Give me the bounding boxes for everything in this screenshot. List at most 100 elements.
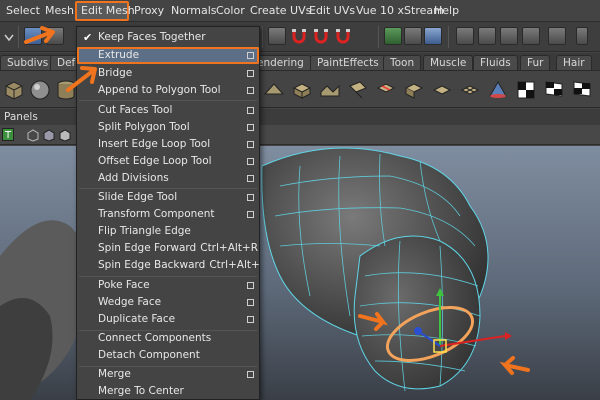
magnet-curve-icon[interactable] <box>312 27 330 45</box>
menu-item-detach-component[interactable]: Detach Component <box>77 347 259 364</box>
menu-create-uvs[interactable]: Create UVs <box>250 4 311 18</box>
panels-menu[interactable]: Panels <box>4 111 38 123</box>
construction-icon[interactable] <box>404 27 422 45</box>
status-separator <box>262 26 263 48</box>
option-box-icon[interactable] <box>247 299 254 306</box>
menu-item-insert-edge-loop[interactable]: Insert Edge Loop Tool <box>77 136 259 153</box>
sphere-icon[interactable] <box>28 78 52 102</box>
option-box-icon[interactable] <box>247 52 254 59</box>
menu-item-cut-faces[interactable]: Cut Faces Tool <box>77 102 259 119</box>
cone-light-icon[interactable] <box>486 78 510 102</box>
menu-vue-xstream[interactable]: Vue 10 xStream <box>356 4 444 18</box>
render-settings-icon[interactable] <box>522 27 540 45</box>
finger-mesh[interactable] <box>353 235 481 390</box>
option-box-icon[interactable] <box>247 141 254 148</box>
menu-item-spin-edge-forward[interactable]: Spin Edge ForwardCtrl+Alt+Right <box>77 240 259 257</box>
option-box-icon[interactable] <box>247 158 254 165</box>
shelf-tab-painteffects[interactable]: PaintEffects <box>310 55 386 70</box>
t-icon[interactable]: T <box>2 128 14 141</box>
menu-normals[interactable]: Normals <box>171 4 217 18</box>
output-icon[interactable] <box>424 27 442 45</box>
background-mesh-shadow <box>0 298 53 400</box>
x-field-icon[interactable] <box>576 27 588 45</box>
history-icon[interactable] <box>384 27 402 45</box>
menu-item-slide-edge[interactable]: Slide Edge Tool <box>77 189 259 206</box>
menu-bar: Select Mesh Edit Mesh Proxy Normals Colo… <box>0 0 600 22</box>
menu-item-spin-edge-backward[interactable]: Spin Edge BackwardCtrl+Alt+Left <box>77 257 259 274</box>
option-box-icon[interactable] <box>247 282 254 289</box>
option-box-icon[interactable] <box>247 371 254 378</box>
menu-item-duplicate-face[interactable]: Duplicate Face <box>77 311 259 328</box>
add-divisions-icon[interactable] <box>458 78 482 102</box>
render-frame-icon[interactable] <box>478 27 496 45</box>
shortcut-label: Ctrl+Alt+Left <box>209 259 260 271</box>
checkmark-icon: ✔ <box>83 31 93 44</box>
shelf-tab-muscle[interactable]: Muscle <box>423 55 474 70</box>
shelf-tab-toon[interactable]: Toon <box>383 55 422 70</box>
bridge-icon[interactable] <box>318 78 342 102</box>
magnet-point-icon[interactable] <box>334 27 352 45</box>
menu-item-offset-edge-loop[interactable]: Offset Edge Loop Tool <box>77 153 259 170</box>
option-box-icon[interactable] <box>247 316 254 323</box>
checker-flag-icon[interactable] <box>542 78 566 102</box>
menu-help[interactable]: Help <box>434 4 459 18</box>
ipr-render-icon[interactable] <box>500 27 518 45</box>
annotation-arrow <box>66 66 97 92</box>
menu-separator <box>79 100 257 101</box>
menu-edit-mesh[interactable]: Edit Mesh <box>81 4 135 18</box>
mesh-tool-icon[interactable] <box>262 78 286 102</box>
shelf-tab-hair[interactable]: Hair <box>556 55 592 70</box>
menu-item-split-polygon[interactable]: Split Polygon Tool <box>77 119 259 136</box>
panel-toggle-icon[interactable] <box>548 27 566 45</box>
option-box-icon[interactable] <box>247 124 254 131</box>
menu-item-connect-components[interactable]: Connect Components <box>77 330 259 347</box>
option-box-icon[interactable] <box>247 211 254 218</box>
shaded-cube-icon[interactable] <box>42 128 56 142</box>
extrude-icon[interactable] <box>290 78 314 102</box>
edge-loop-icon[interactable] <box>402 78 426 102</box>
shelf-tab-fluids[interactable]: Fluids <box>473 55 518 70</box>
menu-item-keep-faces-together[interactable]: ✔ Keep Faces Together <box>77 29 259 46</box>
selection-highlight-box <box>77 47 259 64</box>
append-polygon-icon[interactable] <box>346 78 370 102</box>
option-box-icon[interactable] <box>247 107 254 114</box>
menu-item-extrude[interactable]: Extrude <box>77 47 259 64</box>
menu-item-append-to-polygon[interactable]: Append to Polygon Tool <box>77 82 259 99</box>
annotation-arrow <box>499 356 530 375</box>
magnet-icon[interactable] <box>290 27 308 45</box>
cube-icon[interactable] <box>2 78 26 102</box>
shortcut-label: Ctrl+Alt+Right <box>200 242 259 254</box>
menu-edit-uvs[interactable]: Edit UVs <box>309 4 355 18</box>
annotation-arrow <box>24 26 55 44</box>
offset-loop-icon[interactable] <box>430 78 454 102</box>
menu-item-transform-component[interactable]: Transform Component <box>77 206 259 223</box>
status-separator <box>18 26 19 48</box>
option-box-icon[interactable] <box>247 70 254 77</box>
shelf-tab-subdivs[interactable]: Subdivs <box>0 55 56 70</box>
chevron-down-icon[interactable] <box>4 32 14 42</box>
menu-item-poke-face[interactable]: Poke Face <box>77 277 259 294</box>
menu-item-merge-to-center[interactable]: Merge To Center <box>77 383 259 399</box>
menu-item-flip-triangle-edge[interactable]: Flip Triangle Edge <box>77 223 259 240</box>
menu-select[interactable]: Select <box>6 4 40 18</box>
menu-item-bridge[interactable]: Bridge <box>77 65 259 82</box>
menu-mesh[interactable]: Mesh <box>45 4 74 18</box>
menu-proxy[interactable]: Proxy <box>134 4 164 18</box>
menu-color[interactable]: Color <box>216 4 245 18</box>
checker-flag-alt-icon[interactable] <box>570 78 594 102</box>
option-box-icon[interactable] <box>247 175 254 182</box>
wire-cube-icon[interactable] <box>26 128 40 142</box>
snap-grid-icon[interactable] <box>268 27 286 45</box>
shelf-tab-fur[interactable]: Fur <box>520 55 551 70</box>
status-separator <box>378 26 379 48</box>
option-box-icon[interactable] <box>247 194 254 201</box>
render-view-icon[interactable] <box>456 27 474 45</box>
menu-item-wedge-face[interactable]: Wedge Face <box>77 294 259 311</box>
status-separator <box>448 26 449 48</box>
menu-item-merge[interactable]: Merge <box>77 366 259 383</box>
menu-item-add-divisions[interactable]: Add Divisions <box>77 170 259 187</box>
split-polygon-icon[interactable] <box>374 78 398 102</box>
textured-cube-icon[interactable] <box>58 128 72 142</box>
option-box-icon[interactable] <box>247 87 254 94</box>
checker-icon[interactable] <box>514 78 538 102</box>
